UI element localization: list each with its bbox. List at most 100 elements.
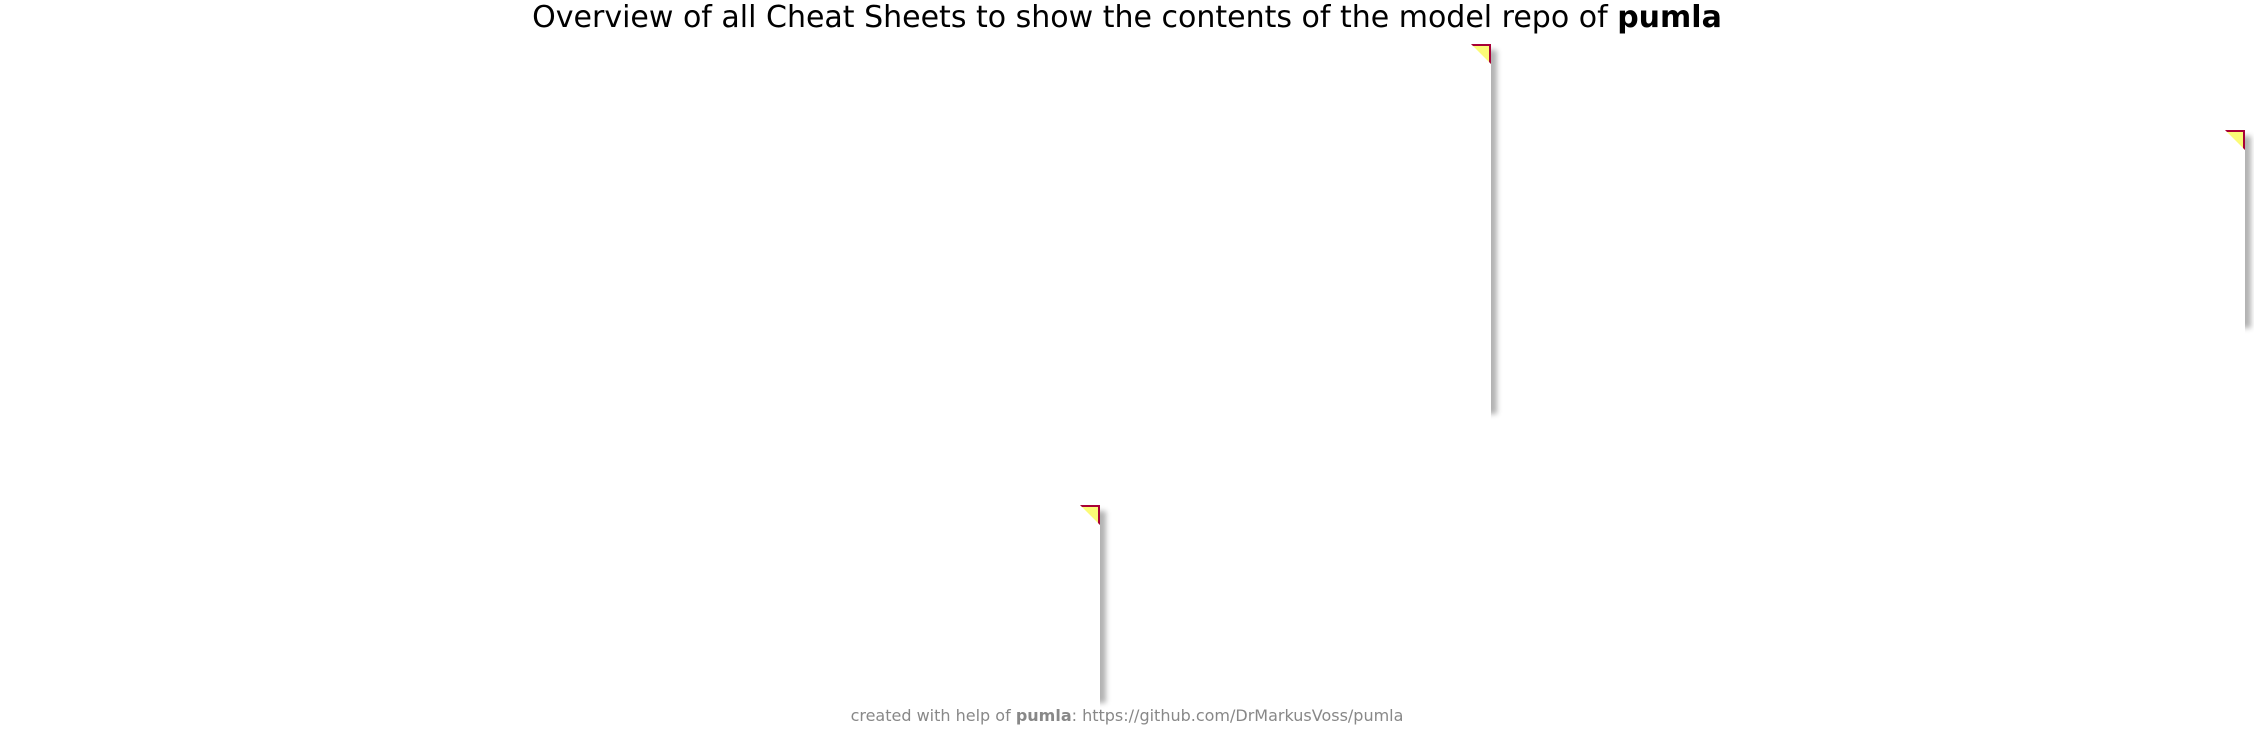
table-cell: cmdUtils.puml <box>998 369 1242 393</box>
table-cell: ./modules/model/ <box>1241 345 1433 369</box>
table-row: PUMLAConnection.py pumlaConnection class… <box>22 345 1434 369</box>
table-cell: module, python <box>538 321 742 345</box>
table-cell: pumlaControl <box>246 273 433 297</box>
relations-path-line: Model Repository Path: /Users/mvoss/Desk… <box>1557 188 2190 212</box>
column-header: filename <box>1827 287 1935 311</box>
column-header: type <box>1656 287 1717 311</box>
table-cell: ./modules/ <box>1241 249 1433 273</box>
table-cell: PUMLARelation.py <box>22 297 246 321</box>
table-cell: pumlaConnection.puml <box>998 345 1242 369</box>
table-cell: class <box>433 345 538 369</box>
table-header-row: id start type end text filename path <box>412 662 852 686</box>
table-cell: pumlaModel.puml <box>998 249 1242 273</box>
table-cell: pumlaModel <box>246 249 433 273</box>
footer-credit: created with help of pumla: https://gith… <box>0 706 2254 725</box>
table-cell: ./modules/model/ <box>1241 297 1433 321</box>
column-header: path <box>789 662 852 686</box>
table-cell: pumlaElement.puml <box>998 321 1242 345</box>
table-cell: cmd_utils.py <box>22 369 246 393</box>
column-header: text <box>1770 287 1827 311</box>
column-header: alias <box>246 201 433 225</box>
table-cell: pumlaModel <box>742 297 888 321</box>
column-header: type <box>433 201 538 225</box>
relations-title: PUMLA Relations Cheat Sheet with all att… <box>1557 139 2104 163</box>
column-header: id <box>1558 287 1590 311</box>
table-cell: - <box>742 225 888 249</box>
table-cell: rectangle <box>433 225 538 249</box>
table-cell: pumla.puml <box>998 225 1242 249</box>
table-row: pumla.py pumla rectangle application, py… <box>22 225 1434 249</box>
table-cell: module, python <box>538 249 742 273</box>
table-cell: model <box>22 249 246 273</box>
column-header: text <box>624 662 681 686</box>
table-cell: ./modules/control/ <box>1241 369 1433 393</box>
table-cell: pumlaControl <box>742 369 888 393</box>
table-cell: control <box>22 273 246 297</box>
connections-contents-title: Model Connections Repository contents: <box>411 636 868 661</box>
relations-cheat-sheet-note: PUMLA Relations Cheat Sheet with all att… <box>1546 130 2245 322</box>
table-cell: pumlaModel <box>742 321 888 345</box>
connections-title: PUMLA Connections Cheat Sheet with all a… <box>411 514 991 538</box>
model-repository-table: name alias type stereotypes parent instc… <box>21 200 1435 394</box>
column-header: start <box>1590 287 1655 311</box>
table-cell: class <box>433 297 538 321</box>
table-cell: pumlaRelation.puml <box>998 297 1242 321</box>
footer-link[interactable]: : https://github.com/DrMarkusVoss/pumla <box>1072 706 1404 725</box>
diagram-title-repo: pumla <box>1617 0 1722 35</box>
table-cell: pumla.py <box>22 225 246 249</box>
table-cell: pumla <box>742 273 888 297</box>
table-cell: module, python <box>538 297 742 321</box>
table-cell: application, python <box>538 225 742 249</box>
diagram-title-text: Overview of all Cheat Sheets to show the… <box>532 0 1618 35</box>
column-header: stereotypes <box>538 201 742 225</box>
cheat-sheet-contents-title: Model Repository contents: <box>21 175 332 200</box>
column-header: filename <box>681 662 789 686</box>
column-header: end <box>1717 287 1770 311</box>
column-header: type <box>510 662 571 686</box>
table-cell: cmdUtils <box>246 369 433 393</box>
table-cell: - <box>888 297 998 321</box>
note-fold-corner <box>2225 130 2245 150</box>
table-cell: PUMLAConnection.py <box>22 345 246 369</box>
cheat-sheet-file-line: Model Repository File: ./modelrepo_json.… <box>21 126 475 151</box>
table-cell: - <box>888 369 998 393</box>
table-cell: pumla <box>742 249 888 273</box>
diagram-title: Overview of all Cheat Sheets to show the… <box>0 0 2254 36</box>
table-row: cmd_utils.py cmdUtils class module, pyth… <box>22 369 1434 393</box>
table-cell: PUMLAElement.py <box>22 321 246 345</box>
table-cell: module, python <box>538 345 742 369</box>
column-header: instclass <box>888 201 998 225</box>
cheat-sheet-title: PUMLA Cheat Sheet with all attributes <box>21 53 455 77</box>
table-cell: rectangle <box>433 249 538 273</box>
column-header: parent <box>742 201 888 225</box>
table-cell: - <box>888 273 998 297</box>
table-cell: - <box>888 249 998 273</box>
relations-repository-table: id start type end text filename path <box>1557 286 1999 312</box>
table-cell: pumlaModel <box>742 345 888 369</box>
table-header-row: name alias type stereotypes parent instc… <box>22 201 1434 225</box>
table-cell: - <box>888 321 998 345</box>
table-cell: pumlaConnection <box>246 345 433 369</box>
column-header: start <box>444 662 509 686</box>
table-row: control pumlaControl rectangle module, p… <box>22 273 1434 297</box>
column-header: filename <box>998 201 1242 225</box>
connections-file-line: Model Repository File: ./modelrepo_json.… <box>411 587 865 612</box>
cheat-sheet-note: PUMLA Cheat Sheet with all attributes Mo… <box>10 44 1491 408</box>
footer-prefix: created with help of <box>850 706 1016 725</box>
table-row: PUMLAElement.py pumlaElement class modul… <box>22 321 1434 345</box>
table-cell: module, python <box>538 369 742 393</box>
column-header: id <box>412 662 444 686</box>
note-fold-corner <box>1471 44 1491 64</box>
note-fold-corner <box>1080 505 1100 525</box>
table-cell: pumlaElement <box>246 321 433 345</box>
table-cell: class <box>433 321 538 345</box>
table-row: model pumlaModel rectangle module, pytho… <box>22 249 1434 273</box>
column-header: end <box>571 662 624 686</box>
relations-file-line: Model Repository File: ./modelrepo_json.… <box>1557 212 2011 237</box>
relations-contents-title: Model Relations Repository contents: <box>1557 261 1981 286</box>
table-cell: ./modules/ <box>1241 273 1433 297</box>
table-cell: module, python <box>538 273 742 297</box>
column-header: name <box>22 201 246 225</box>
table-cell: rectangle <box>433 273 538 297</box>
table-row: PUMLARelation.py pumlaRelation class mod… <box>22 297 1434 321</box>
